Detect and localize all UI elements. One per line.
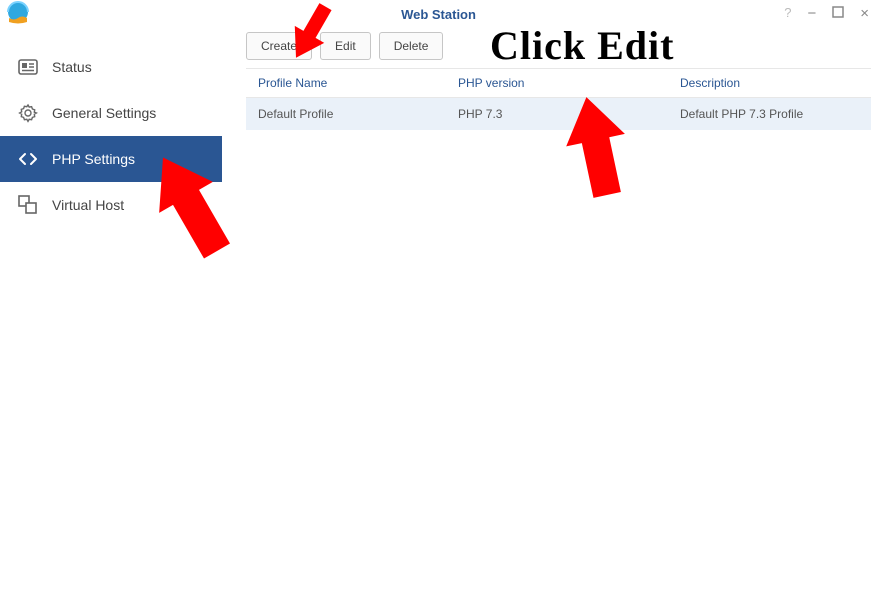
cell-description: Default PHP 7.3 Profile xyxy=(668,107,871,121)
delete-button[interactable]: Delete xyxy=(379,32,444,60)
app-logo-icon xyxy=(4,0,32,28)
sidebar-item-label: Status xyxy=(52,59,92,75)
sidebar-item-label: Virtual Host xyxy=(52,197,124,213)
table-header: Profile Name PHP version Description xyxy=(246,68,871,98)
virtual-host-icon xyxy=(18,195,38,215)
column-header-version[interactable]: PHP version xyxy=(446,76,668,90)
table-row[interactable]: Default Profile PHP 7.3 Default PHP 7.3 … xyxy=(246,98,871,130)
toolbar: Create Edit Delete xyxy=(246,32,871,60)
create-button[interactable]: Create xyxy=(246,32,312,60)
edit-button[interactable]: Edit xyxy=(320,32,371,60)
sidebar-item-status[interactable]: Status xyxy=(0,44,222,90)
maximize-icon[interactable] xyxy=(832,6,844,21)
minimize-icon[interactable]: − xyxy=(807,6,816,21)
gear-icon xyxy=(18,103,38,123)
sidebar-item-php-settings[interactable]: PHP Settings xyxy=(0,136,222,182)
window-title: Web Station xyxy=(401,7,476,22)
sidebar-item-label: General Settings xyxy=(52,105,156,121)
code-icon xyxy=(18,149,38,169)
cell-profile: Default Profile xyxy=(246,107,446,121)
column-header-description[interactable]: Description xyxy=(668,76,871,90)
close-icon[interactable]: × xyxy=(860,6,869,21)
help-icon[interactable]: ? xyxy=(784,6,791,21)
status-icon xyxy=(18,57,38,77)
cell-version: PHP 7.3 xyxy=(446,107,668,121)
column-header-profile[interactable]: Profile Name xyxy=(246,76,446,90)
sidebar-item-virtual-host[interactable]: Virtual Host xyxy=(0,182,222,228)
sidebar-item-general-settings[interactable]: General Settings xyxy=(0,90,222,136)
sidebar-item-label: PHP Settings xyxy=(52,151,135,167)
sidebar: Status General Settings PHP Settings Vir… xyxy=(0,28,222,593)
